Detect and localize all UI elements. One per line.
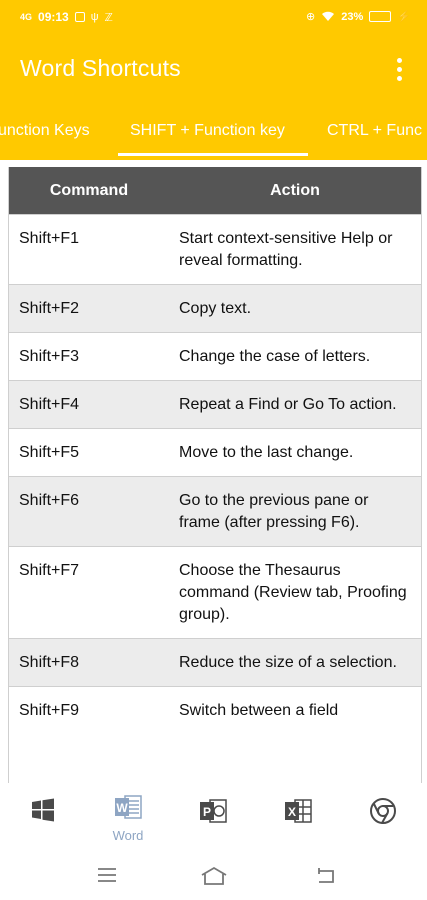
table-row: Shift+F5 Move to the last change. [9,428,421,477]
tab-label: CTRL + Func [327,122,422,139]
action-cell: Switch between a field [169,686,421,734]
charging-icon: ⚡ [397,11,411,23]
menu-lines-icon [98,868,116,882]
app-bar: 4G 09:13 ψ ℤ ⊕ 23% ⚡ Word Shortcuts unct… [0,0,427,160]
powerpoint-icon: P [200,799,227,823]
column-header-command: Command [9,167,169,215]
svg-text:P: P [203,805,211,819]
tab-function-keys[interactable]: unction Keys [0,110,90,160]
table-row: Shift+F4 Repeat a Find or Go To action. [9,380,421,429]
nav-powerpoint[interactable]: P [183,797,243,830]
action-cell: Choose the Thesaurus command (Review tab… [169,546,421,639]
action-cell: Change the case of letters. [169,332,421,381]
table-row: Shift+F3 Change the case of letters. [9,332,421,381]
command-cell: Shift+F9 [9,686,169,734]
nav-windows[interactable] [13,797,73,828]
table-row: Shift+F9 Switch between a field [9,686,421,734]
action-cell: Repeat a Find or Go To action. [169,380,421,429]
battery-icon [369,11,392,22]
command-cell: Shift+F2 [9,284,169,333]
nav-excel[interactable]: X [268,797,328,830]
command-cell: Shift+F5 [9,428,169,477]
table-header-row: Command Action [9,167,421,215]
table-row: Shift+F7 Choose the Thesaurus command (R… [9,546,421,639]
page-title: Word Shortcuts [20,55,181,81]
clock: 09:13 [38,10,69,24]
svg-text:X: X [288,805,296,819]
shortcuts-table-container[interactable]: Command Action Shift+F1 Start context-se… [8,167,422,783]
table-row: Shift+F1 Start context-sensitive Help or… [9,214,421,285]
table-row: Shift+F6 Go to the previous pane or fram… [9,476,421,547]
home-button[interactable] [199,865,229,892]
bottom-navigation: W Word P X [0,783,427,853]
wifi-icon [322,11,335,21]
table-row: Shift+F8 Reduce the size of a selection. [9,638,421,687]
back-icon [318,868,334,883]
tab-label: unction Keys [0,122,90,139]
shortcuts-table: Command Action Shift+F1 Start context-se… [9,167,421,734]
recents-button[interactable] [96,865,118,890]
notification-icon [74,12,85,22]
action-cell: Copy text. [169,284,421,333]
action-cell: Start context-sensitive Help or reveal f… [169,214,421,285]
command-cell: Shift+F4 [9,380,169,429]
battery-percent: 23% [341,10,364,23]
nav-word-label: Word [112,828,144,843]
network-label: 4G [20,12,33,22]
column-header-action: Action [169,167,421,215]
command-cell: Shift+F1 [9,214,169,285]
excel-icon: X [285,799,312,823]
status-bar: 4G 09:13 ψ ℤ ⊕ 23% ⚡ [0,0,427,34]
action-cell: Go to the previous pane or frame (after … [169,476,421,547]
tab-label: SHIFT + Function key [130,122,285,139]
overflow-menu-icon[interactable] [389,52,409,86]
chrome-icon [370,798,396,824]
back-button[interactable] [313,865,339,892]
tab-ctrl-function-key[interactable]: CTRL + Func [327,110,422,160]
command-cell: Shift+F8 [9,638,169,687]
action-cell: Reduce the size of a selection. [169,638,421,687]
command-cell: Shift+F7 [9,546,169,639]
notification-icon-2: ℤ [104,11,113,24]
nav-word[interactable]: W Word [98,793,158,843]
usb-icon: ψ [90,11,99,23]
command-cell: Shift+F3 [9,332,169,381]
table-row: Shift+F2 Copy text. [9,284,421,333]
command-cell: Shift+F6 [9,476,169,547]
svg-text:W: W [116,801,128,815]
active-tab-indicator [118,153,308,156]
windows-icon [32,798,54,822]
vibrate-icon: ⊕ [306,11,316,23]
nav-chrome[interactable] [353,797,413,830]
home-icon [201,866,227,885]
action-cell: Move to the last change. [169,428,421,477]
word-icon: W [115,795,142,819]
system-navigation-bar [0,853,427,900]
